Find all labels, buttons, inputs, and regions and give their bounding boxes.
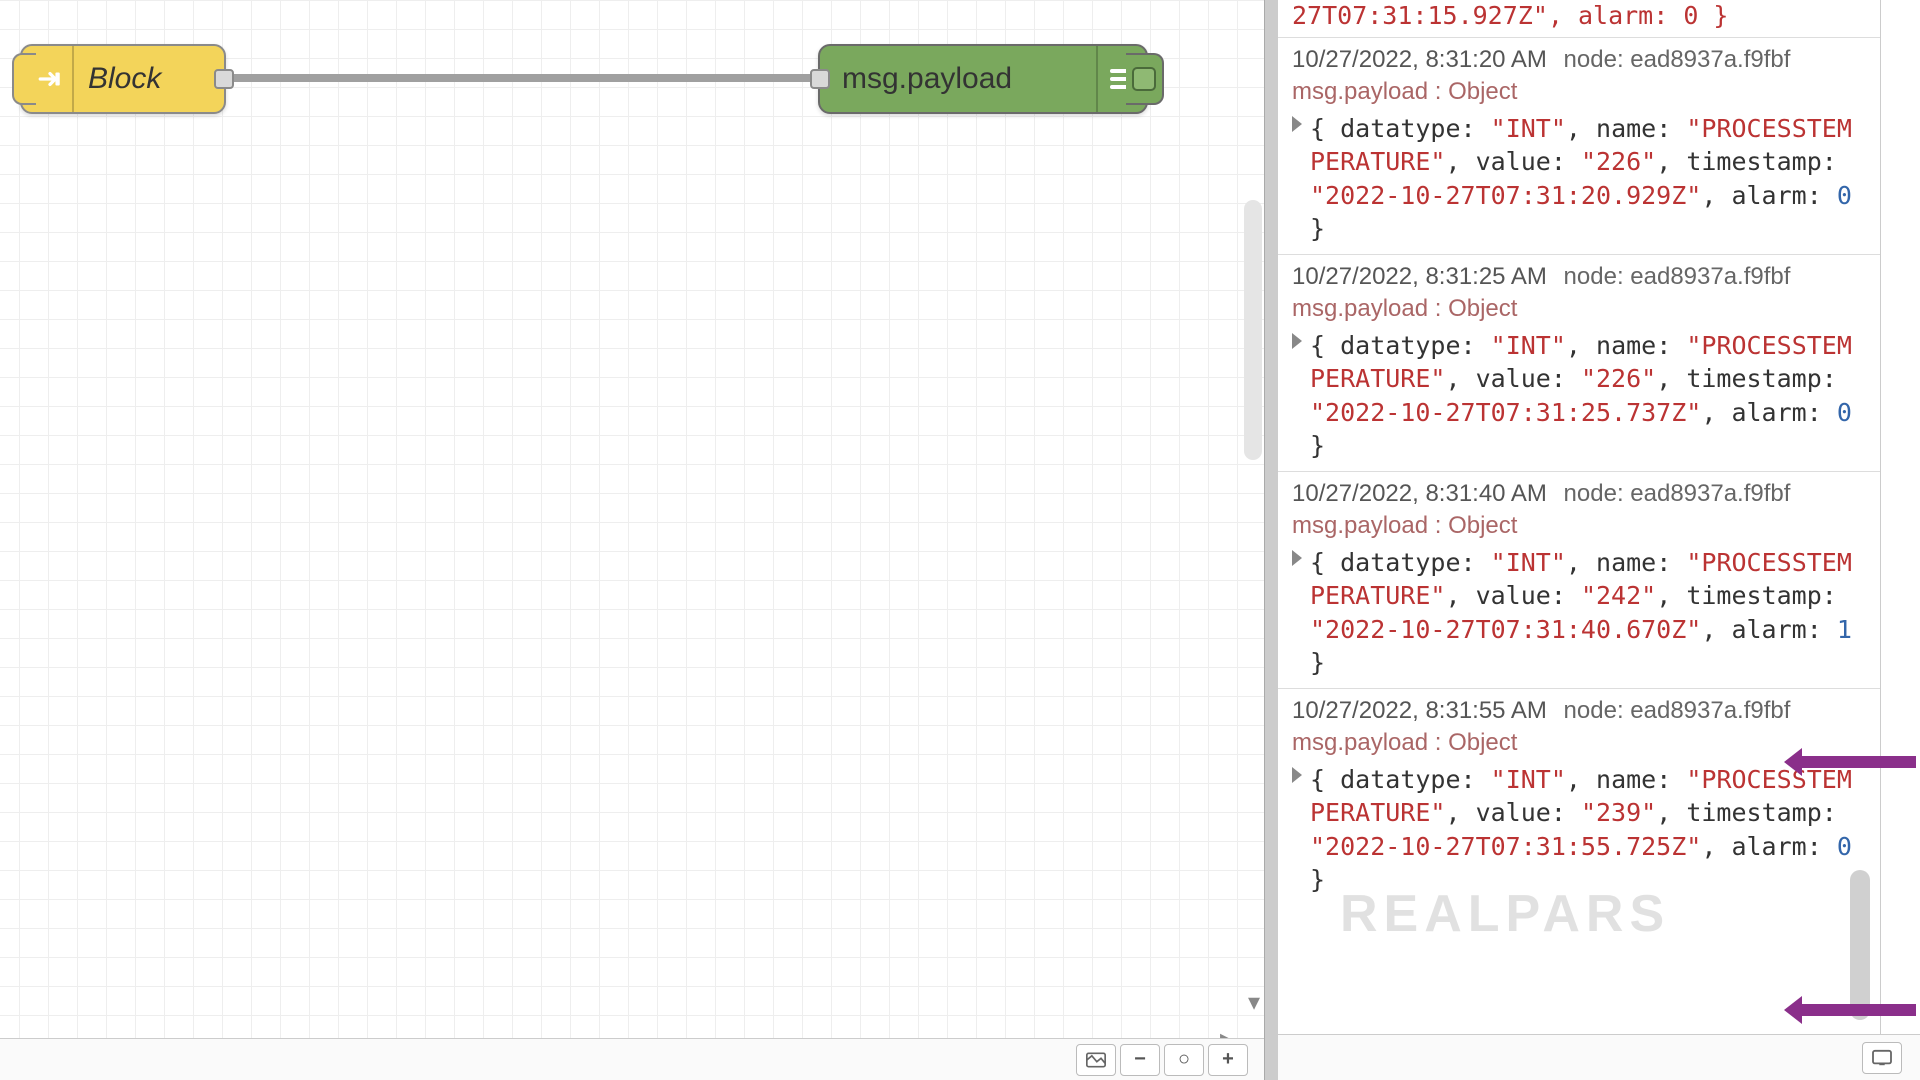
debug-msg-node: node: ead8937a.f9fbf: [1564, 46, 1791, 73]
debug-node-label: msg.payload: [820, 62, 1096, 96]
debug-msg-body[interactable]: { datatype: "INT", name: "PROCESSTEMPERA…: [1292, 112, 1860, 246]
sidebar-footer: [1278, 1034, 1920, 1080]
flow-canvas[interactable]: Block msg.payload ▾ ▸: [0, 0, 1264, 1080]
debug-msg-topic: msg.payload : Object: [1292, 729, 1860, 757]
inject-node-label: Block: [74, 62, 224, 96]
debug-msg-timestamp: 10/27/2022, 8:31:55 AM: [1292, 697, 1547, 724]
debug-msg-topic: msg.payload : Object: [1292, 512, 1860, 540]
debug-msg-timestamp: 10/27/2022, 8:31:20 AM: [1292, 46, 1547, 73]
debug-msg-topic: msg.payload : Object: [1292, 295, 1860, 323]
canvas-footer: − ○ +: [0, 1038, 1264, 1080]
debug-msg-timestamp: 10/27/2022, 8:31:40 AM: [1292, 480, 1547, 507]
debug-msg-topic: msg.payload : Object: [1292, 78, 1860, 106]
debug-v-scrollbar[interactable]: [1850, 870, 1870, 1020]
open-window-button[interactable]: [1862, 1042, 1902, 1074]
annotation-arrow-icon: [1800, 1004, 1916, 1016]
prev-msg-tail: 27T07:31:15.927Z", alarm: 0 }: [1278, 0, 1880, 37]
annotation-arrow-icon: [1800, 756, 1916, 768]
debug-message[interactable]: 10/27/2022, 8:31:20 AM node: ead8937a.f9…: [1278, 37, 1880, 254]
debug-node[interactable]: msg.payload: [818, 44, 1148, 114]
chevron-down-icon[interactable]: ▾: [1248, 988, 1260, 1017]
inject-trigger-button[interactable]: [12, 53, 36, 105]
expand-caret-icon[interactable]: [1292, 333, 1302, 349]
inject-node-block[interactable]: Block: [20, 44, 226, 114]
output-port[interactable]: [214, 69, 234, 89]
debug-msg-node: node: ead8937a.f9fbf: [1564, 480, 1791, 507]
debug-message[interactable]: 10/27/2022, 8:31:40 AM node: ead8937a.f9…: [1278, 471, 1880, 688]
expand-caret-icon[interactable]: [1292, 116, 1302, 132]
navigator-button[interactable]: [1076, 1044, 1116, 1076]
debug-msg-body[interactable]: { datatype: "INT", name: "PROCESSTEMPERA…: [1292, 329, 1860, 463]
debug-msg-header: 10/27/2022, 8:31:20 AM node: ead8937a.f9…: [1292, 46, 1860, 74]
node-wire[interactable]: [210, 74, 815, 82]
debug-sidebar: 27T07:31:15.927Z", alarm: 0 } 10/27/2022…: [1278, 0, 1881, 1040]
zoom-reset-button[interactable]: ○: [1164, 1044, 1204, 1076]
debug-msg-header: 10/27/2022, 8:31:40 AM node: ead8937a.f9…: [1292, 480, 1860, 508]
debug-msg-node: node: ead8937a.f9fbf: [1564, 263, 1791, 290]
zoom-in-button[interactable]: +: [1208, 1044, 1248, 1076]
zoom-out-button[interactable]: −: [1120, 1044, 1160, 1076]
canvas-v-scrollbar[interactable]: [1244, 200, 1262, 460]
debug-msg-node: node: ead8937a.f9fbf: [1564, 697, 1791, 724]
input-port[interactable]: [810, 69, 830, 89]
debug-message[interactable]: 10/27/2022, 8:31:25 AM node: ead8937a.f9…: [1278, 254, 1880, 471]
debug-msg-header: 10/27/2022, 8:31:25 AM node: ead8937a.f9…: [1292, 263, 1860, 291]
expand-caret-icon[interactable]: [1292, 767, 1302, 783]
debug-msg-timestamp: 10/27/2022, 8:31:25 AM: [1292, 263, 1547, 290]
debug-msg-body[interactable]: { datatype: "INT", name: "PROCESSTEMPERA…: [1292, 546, 1860, 680]
debug-enable-toggle[interactable]: [1126, 53, 1164, 105]
debug-msg-header: 10/27/2022, 8:31:55 AM node: ead8937a.f9…: [1292, 697, 1860, 725]
debug-message[interactable]: 10/27/2022, 8:31:55 AM node: ead8937a.f9…: [1278, 688, 1880, 905]
debug-msg-body[interactable]: { datatype: "INT", name: "PROCESSTEMPERA…: [1292, 763, 1860, 897]
expand-caret-icon[interactable]: [1292, 550, 1302, 566]
